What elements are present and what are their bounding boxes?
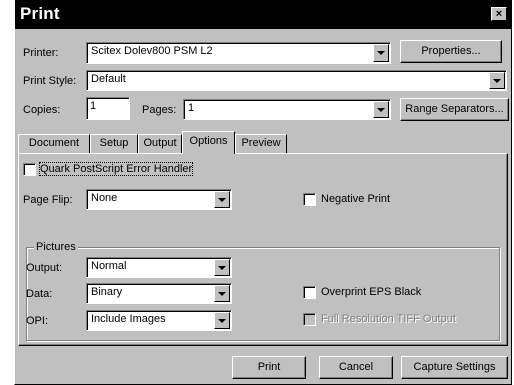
- range-separators-button[interactable]: Range Separators...: [400, 98, 509, 121]
- full-resolution-tiff-checkbox[interactable]: [303, 313, 316, 326]
- chevron-down-icon: [493, 79, 501, 83]
- printer-value: Scitex Dolev800 PSM L2: [91, 45, 213, 57]
- close-button[interactable]: ×: [491, 7, 507, 21]
- negative-print-checkbox[interactable]: [303, 193, 316, 206]
- print-dialog: Print × Printer: Scitex Dolev800 PSM L2 …: [14, 0, 512, 385]
- cancel-button[interactable]: Cancel: [319, 356, 393, 379]
- pages-select[interactable]: 1: [183, 99, 391, 120]
- overprint-eps-black-checkbox[interactable]: [303, 286, 316, 299]
- quark-error-handler-checkbox[interactable]: [23, 163, 36, 176]
- print-style-label: Print Style:: [23, 75, 77, 87]
- print-style-value: Default: [91, 73, 126, 85]
- chevron-down-icon: [377, 108, 385, 112]
- print-button[interactable]: Print: [232, 356, 306, 379]
- pages-dropdown-button[interactable]: [373, 101, 389, 118]
- printer-label: Printer:: [23, 47, 59, 59]
- data-value: Binary: [91, 286, 123, 298]
- copies-label: Copies:: [23, 104, 61, 116]
- close-icon: ×: [495, 8, 503, 20]
- negative-print-label[interactable]: Negative Print: [321, 193, 390, 205]
- page-flip-select[interactable]: None: [86, 189, 232, 210]
- tab-preview[interactable]: Preview: [235, 134, 287, 153]
- full-resolution-tiff-label[interactable]: Full Resolution TIFF Output: [321, 313, 456, 325]
- chevron-down-icon: [218, 266, 226, 270]
- copies-input[interactable]: 1: [86, 97, 130, 120]
- data-label: Data:: [26, 288, 53, 300]
- chevron-down-icon: [218, 319, 226, 323]
- quark-error-handler-label[interactable]: Quark PostScript Error Handler: [38, 162, 194, 176]
- opi-dropdown-button[interactable]: [214, 312, 230, 329]
- chevron-down-icon: [218, 292, 226, 296]
- properties-button[interactable]: Properties...: [400, 40, 502, 63]
- printer-select[interactable]: Scitex Dolev800 PSM L2: [86, 42, 391, 64]
- tab-setup[interactable]: Setup: [90, 134, 138, 153]
- output-label: Output:: [26, 262, 63, 274]
- data-select[interactable]: Binary: [86, 283, 232, 304]
- opi-value: Include Images: [91, 313, 166, 325]
- copies-value: 1: [90, 100, 97, 112]
- tab-output[interactable]: Output: [138, 134, 182, 153]
- chevron-down-icon: [218, 198, 226, 202]
- pages-label: Pages:: [142, 104, 177, 116]
- output-select[interactable]: Normal: [86, 257, 232, 278]
- page-flip-dropdown-button[interactable]: [214, 191, 230, 208]
- pages-value: 1: [188, 102, 195, 114]
- tab-document[interactable]: Document: [18, 134, 90, 153]
- tab-options[interactable]: Options: [182, 131, 235, 154]
- output-dropdown-button[interactable]: [214, 259, 230, 276]
- capture-settings-button[interactable]: Capture Settings: [401, 356, 508, 379]
- print-style-dropdown-button[interactable]: [489, 72, 505, 89]
- chevron-down-icon: [377, 51, 385, 55]
- data-dropdown-button[interactable]: [214, 285, 230, 302]
- printer-dropdown-button[interactable]: [373, 44, 389, 62]
- page-flip-value: None: [91, 192, 118, 204]
- print-style-select[interactable]: Default: [86, 70, 507, 91]
- title-bar[interactable]: Print ×: [15, 0, 512, 29]
- opi-select[interactable]: Include Images: [86, 310, 232, 331]
- overprint-eps-black-label[interactable]: Overprint EPS Black: [321, 286, 421, 298]
- page-flip-label: Page Flip:: [23, 194, 73, 206]
- output-value: Normal: [91, 260, 127, 272]
- pictures-group-title: Pictures: [34, 241, 78, 253]
- dialog-title: Print: [20, 4, 60, 23]
- opi-label: OPI:: [26, 315, 49, 327]
